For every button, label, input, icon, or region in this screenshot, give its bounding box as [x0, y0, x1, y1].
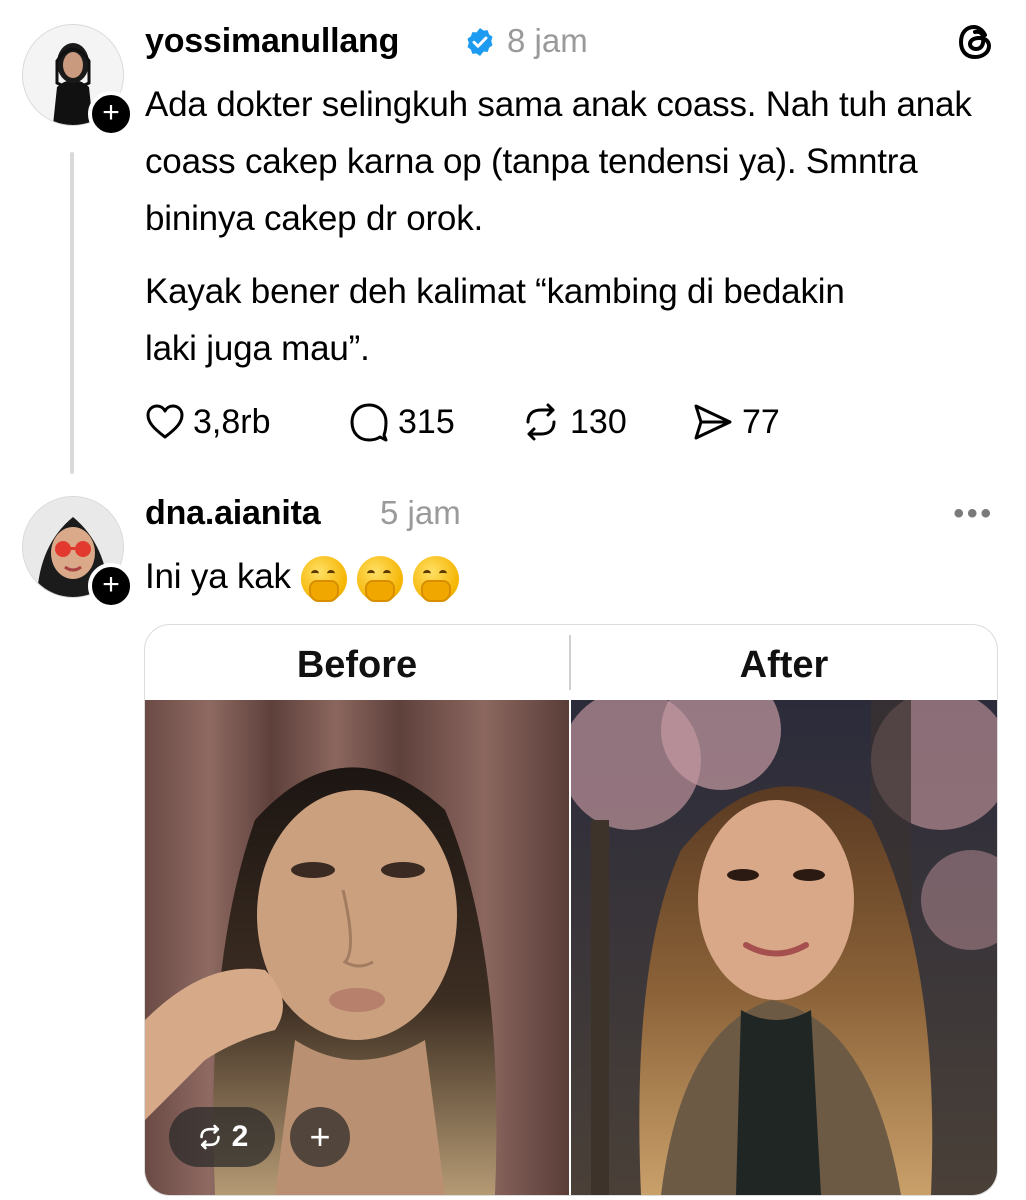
before-label: Before	[296, 644, 418, 686]
thread-connector-line	[70, 152, 74, 474]
send-icon	[694, 404, 732, 440]
like-count: 3,8rb	[193, 402, 271, 441]
reply-time: 5 jam	[380, 494, 461, 531]
face-with-hand-over-mouth-icon	[356, 555, 403, 602]
speech-bubble-icon	[350, 403, 388, 442]
heart-icon	[146, 404, 184, 439]
follow-plus-icon[interactable]: +	[88, 91, 134, 137]
reply-username[interactable]: dna.aianita	[145, 494, 321, 533]
before-column: Before 2 +	[145, 625, 569, 1195]
share-count: 77	[742, 402, 780, 441]
add-icon: +	[309, 1116, 331, 1157]
repost-count-pill[interactable]: 2	[169, 1107, 275, 1167]
share-button[interactable]: 77	[692, 402, 780, 442]
repost-button[interactable]: 130	[520, 402, 627, 442]
face-with-hand-over-mouth-icon	[412, 555, 459, 602]
threads-logo-icon[interactable]	[956, 22, 996, 62]
post-username[interactable]: yossimanullang	[145, 22, 399, 61]
after-column: After	[571, 625, 997, 1195]
reply-count: 315	[398, 402, 455, 441]
face-with-hand-over-mouth-icon	[300, 555, 347, 602]
after-image	[571, 700, 997, 1195]
follow-plus-icon[interactable]: +	[88, 563, 134, 609]
post-paragraph: Kayak bener deh kalimat “kambing di beda…	[145, 272, 845, 368]
verified-badge-icon	[467, 28, 493, 56]
more-icon[interactable]: •••	[953, 497, 994, 531]
repost-count: 130	[570, 402, 627, 441]
repost-icon	[526, 403, 556, 441]
reply-button[interactable]: 315	[348, 402, 455, 442]
after-label: After	[739, 644, 829, 686]
reply-text: Ini ya kak	[145, 557, 291, 596]
post-paragraph: Ada dokter selingkuh sama anak coass. Na…	[145, 85, 972, 238]
media-card[interactable]: Before 2 + After	[144, 624, 998, 1196]
post-time: 8 jam	[507, 22, 588, 59]
after-photo[interactable]	[571, 700, 997, 1195]
add-button[interactable]: +	[290, 1107, 350, 1167]
like-button[interactable]: 3,8rb	[145, 402, 271, 442]
post-body: Ada dokter selingkuh sama anak coass. Na…	[145, 76, 1005, 377]
reply-body: Ini ya kak	[145, 548, 459, 605]
media-repost-count: 2	[231, 1120, 249, 1153]
repost-icon	[199, 1124, 220, 1150]
